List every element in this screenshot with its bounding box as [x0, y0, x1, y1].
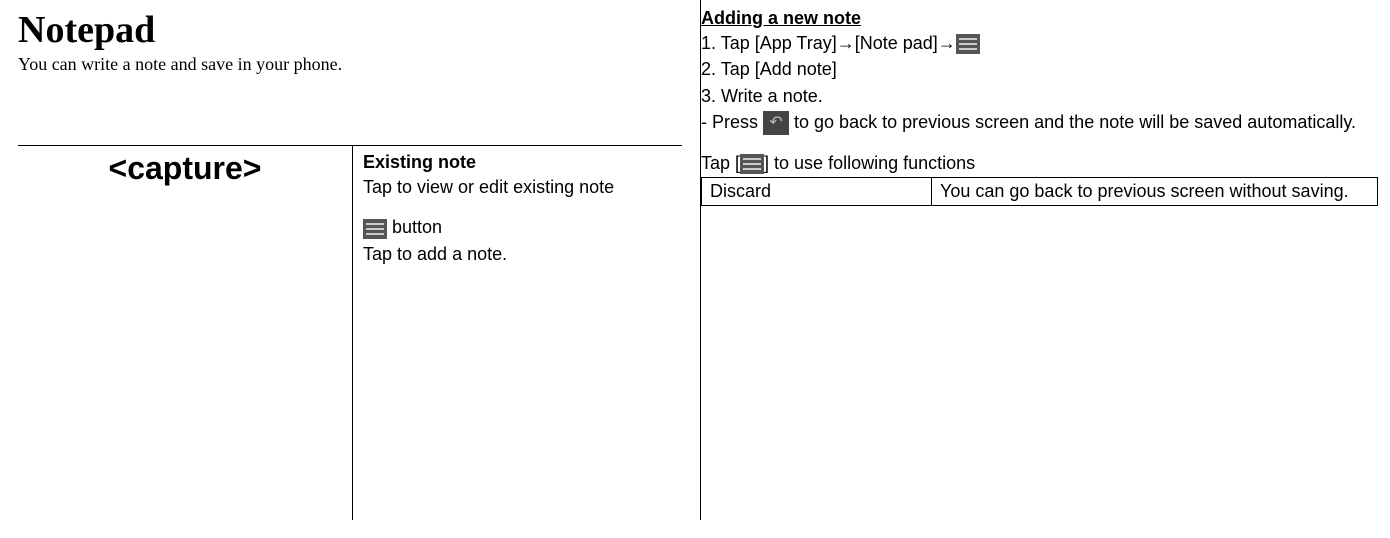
functions-table: Discard You can go back to previous scre…: [701, 177, 1378, 206]
step-3: 3. Write a note.: [701, 84, 1378, 108]
func-name: Discard: [702, 178, 932, 206]
tap-text-b: ] to use following functions: [764, 153, 975, 173]
page-title: Notepad: [18, 8, 682, 52]
adding-note-heading: Adding a new note: [701, 8, 1378, 29]
page-subtitle: You can write a note and save in your ph…: [18, 54, 682, 75]
step-1: 1. Tap [App Tray]→[Note pad]→: [701, 33, 956, 53]
existing-note-heading: Existing note: [363, 152, 672, 173]
menu-icon: [740, 154, 764, 174]
press-text-a: - Press: [701, 112, 763, 132]
step-2: 2. Tap [Add note]: [701, 57, 1378, 81]
capture-placeholder: <capture>: [24, 150, 346, 187]
func-desc: You can go back to previous screen witho…: [932, 178, 1378, 206]
tap-text-a: Tap [: [701, 153, 740, 173]
button-desc: Tap to add a note.: [363, 242, 672, 266]
back-icon: ↶: [763, 111, 789, 135]
table-row: Discard You can go back to previous scre…: [702, 178, 1378, 206]
press-text-b: to go back to previous screen and the no…: [789, 112, 1356, 132]
menu-icon: [363, 219, 387, 239]
button-label: button: [387, 217, 442, 237]
menu-icon: [956, 34, 980, 54]
existing-note-desc: Tap to view or edit existing note: [363, 175, 672, 199]
